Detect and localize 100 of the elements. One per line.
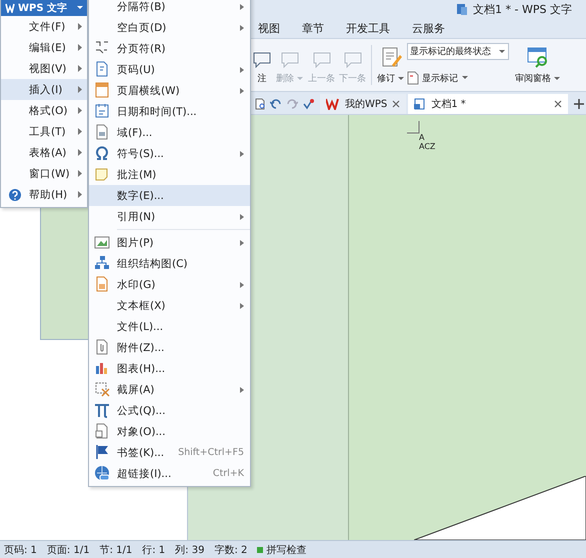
menu-item[interactable]: 视图(V) xyxy=(1,58,87,79)
submenu-arrow-icon xyxy=(78,107,83,114)
bar-chart-icon xyxy=(94,360,110,376)
menu-item[interactable]: 页码(U) xyxy=(89,59,250,80)
shortcut-text: Ctrl+K xyxy=(212,468,244,479)
track-changes-button[interactable]: 修订 xyxy=(375,39,407,91)
w-logo-icon xyxy=(5,3,15,13)
watermark-icon xyxy=(94,276,110,292)
menu-item[interactable]: 空白页(D) xyxy=(89,17,250,38)
page-break-icon xyxy=(94,40,110,56)
menu-item[interactable]: 组织结构图(C) xyxy=(89,253,250,274)
status-text: 节: 1/1 xyxy=(100,544,132,556)
comment-icon xyxy=(342,50,362,68)
print-preview-icon[interactable] xyxy=(254,98,266,110)
status-text: 列: 39 xyxy=(175,544,204,556)
object-icon xyxy=(94,423,110,439)
markup-dropdown[interactable]: 显示标记的最终状态 xyxy=(407,43,509,60)
shortcut-text: Shift+Ctrl+F5 xyxy=(178,447,244,458)
submenu-arrow-icon xyxy=(78,191,83,198)
ribbon-tab[interactable]: 视图 xyxy=(258,20,280,36)
menu-item[interactable]: 符号(S)... xyxy=(89,143,250,164)
w-logo-icon xyxy=(326,98,340,110)
comment-icon xyxy=(312,50,332,68)
menu-item[interactable]: 超链接(I)... Ctrl+K xyxy=(89,463,250,484)
document-icon xyxy=(407,71,419,85)
image-icon xyxy=(94,234,110,250)
submenu-arrow-icon xyxy=(78,44,83,51)
ribbon-tab[interactable]: 云服务 xyxy=(412,20,445,36)
menu-item[interactable]: 书签(K)... Shift+Ctrl+F5 xyxy=(89,442,250,463)
submenu-arrow-icon xyxy=(78,65,83,72)
review-pane-button[interactable]: 审阅窗格 xyxy=(513,39,563,91)
omega-icon xyxy=(94,145,110,161)
document-pencil-icon xyxy=(380,46,402,68)
menu-item[interactable]: 插入(I) xyxy=(1,79,87,100)
menu-item[interactable]: 水印(G) xyxy=(89,274,250,295)
document-tab[interactable]: 我的WPS xyxy=(320,94,406,114)
menu-item[interactable]: 工具(T) xyxy=(1,121,87,142)
submenu-arrow-icon xyxy=(78,128,83,135)
menu-item[interactable]: 附件(Z)... xyxy=(89,337,250,358)
menu-item[interactable]: 窗口(W) xyxy=(1,163,87,184)
window-title: 文档1 * - WPS 文字 xyxy=(473,2,572,16)
attachment-icon xyxy=(94,339,110,355)
spell-check-button[interactable]: 拼写检查 xyxy=(257,542,306,556)
org-chart-icon xyxy=(94,255,110,271)
menu-item[interactable]: 分页符(R) xyxy=(89,38,250,59)
document-text: A xyxy=(419,133,426,142)
globe-link-icon xyxy=(94,465,110,481)
submenu-arrow-icon xyxy=(78,149,83,156)
menu-item[interactable]: 分隔符(B) xyxy=(89,0,250,17)
menu-item[interactable]: 页眉横线(W) xyxy=(89,80,250,101)
check-icon[interactable] xyxy=(302,98,314,110)
status-text: 行: 1 xyxy=(142,544,166,556)
review-pane-icon xyxy=(526,46,550,68)
ribbon-tab[interactable]: 开发工具 xyxy=(346,20,390,36)
submenu-arrow-icon xyxy=(78,23,83,30)
dropdown-arrow-icon xyxy=(76,4,84,12)
calendar-icon xyxy=(94,103,110,119)
comment-icon xyxy=(280,50,300,68)
menu-item[interactable]: 图片(P) xyxy=(89,232,250,253)
close-icon[interactable] xyxy=(554,100,562,108)
help-icon xyxy=(9,189,21,201)
ribbon-tab[interactable]: 章节 xyxy=(302,20,324,36)
app-menu-button[interactable]: WPS 文字 xyxy=(1,0,87,16)
menu-item[interactable]: 图表(H)... xyxy=(89,358,250,379)
menu-item[interactable]: 帮助(H) xyxy=(1,184,87,205)
dropdown-arrow-icon xyxy=(461,74,469,82)
menu-item[interactable]: 格式(O) xyxy=(1,100,87,121)
menu-item[interactable]: 文件(L)... xyxy=(89,316,250,337)
menu-item[interactable]: 日期和时间(T)... xyxy=(89,101,250,122)
menu-item[interactable]: 公式(Q)... xyxy=(89,400,250,421)
menu-item[interactable]: 文件(F) xyxy=(1,16,87,37)
menu-item[interactable]: 对象(O)... xyxy=(89,421,250,442)
submenu-arrow-icon xyxy=(78,170,83,177)
page-number-icon xyxy=(94,61,110,77)
menu-item[interactable]: 批注(M) xyxy=(89,164,250,185)
document-text: ACZ xyxy=(419,142,436,151)
submenu-arrow-icon xyxy=(78,86,83,93)
menu-item[interactable]: 截屏(A) xyxy=(89,379,250,400)
menu-item[interactable]: 域(F)... xyxy=(89,122,250,143)
note-icon xyxy=(94,166,110,182)
close-icon[interactable] xyxy=(392,100,400,108)
show-markup-button[interactable]: 显示标记 xyxy=(407,71,509,85)
status-text: 页码: 1 xyxy=(4,544,37,556)
flag-icon xyxy=(94,444,110,460)
dropdown-arrow-icon xyxy=(553,74,561,82)
document-icon xyxy=(456,3,468,15)
comment-button[interactable]: 注 xyxy=(250,39,274,91)
menu-item[interactable]: 编辑(E) xyxy=(1,37,87,58)
comment-icon xyxy=(252,50,272,68)
field-icon xyxy=(94,124,110,140)
menu-item[interactable]: 文本框(X) xyxy=(89,295,250,316)
dropdown-arrow-icon xyxy=(498,48,506,56)
undo-icon[interactable] xyxy=(270,98,282,110)
document-icon xyxy=(414,98,426,110)
add-tab-icon[interactable] xyxy=(574,99,584,109)
document-tab[interactable]: 文档1 * xyxy=(408,94,568,114)
menu-item[interactable]: 表格(A) xyxy=(1,142,87,163)
status-text: 页面: 1/1 xyxy=(46,544,90,556)
menu-item[interactable]: 数字(E)... xyxy=(89,185,250,206)
menu-item[interactable]: 引用(N) xyxy=(89,206,250,227)
